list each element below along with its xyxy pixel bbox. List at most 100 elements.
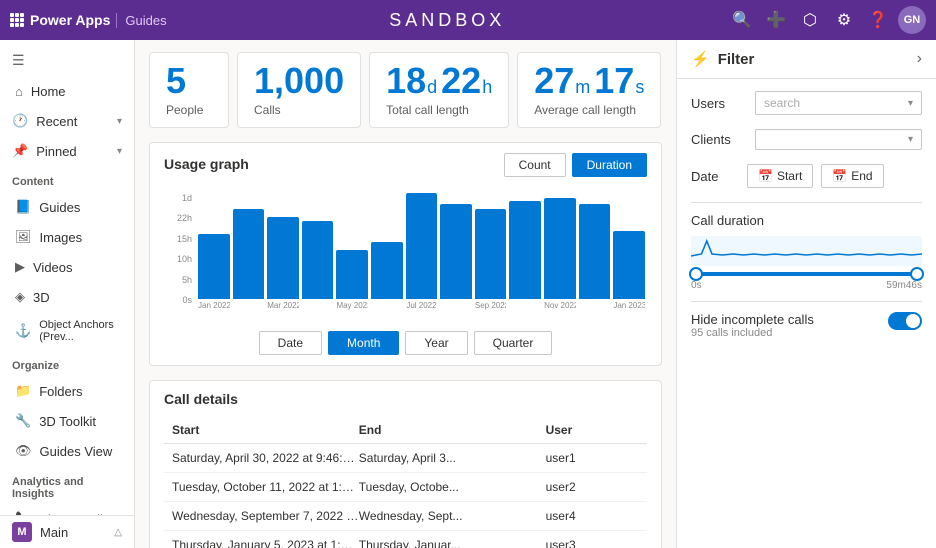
people-label: People	[166, 103, 203, 117]
table-body: Saturday, April 30, 2022 at 9:46:51 PM S…	[164, 444, 647, 548]
sidebar-item-recent[interactable]: 🕐 Recent ▾	[0, 106, 134, 136]
sidebar-item-pinned[interactable]: 📌 Pinned ▾	[0, 136, 134, 166]
filter-divider-2	[691, 301, 922, 302]
avg-label: Average call length	[534, 103, 636, 117]
sidebar-item-3d-toolkit[interactable]: 🔧 3D Toolkit	[0, 406, 134, 436]
sidebar-bottom[interactable]: M Main △	[0, 515, 134, 548]
total-hours: 22	[441, 63, 481, 99]
avg-call-card: 27m 17s Average call length	[517, 52, 661, 128]
slider-row	[691, 272, 922, 276]
sidebar-item-guides[interactable]: 📘 Guides	[0, 192, 134, 222]
end-date-button[interactable]: 📅 End	[821, 164, 883, 188]
cell-start-2: Wednesday, September 7, 2022 at 8:47:46 …	[172, 509, 359, 523]
sidebar-item-videos[interactable]: ▶ Videos	[0, 252, 134, 282]
sidebar-label-recent: Recent	[36, 114, 77, 129]
quarter-button[interactable]: Quarter	[474, 331, 553, 355]
usage-graph-box: Usage graph Count Duration 1d 22h 15h 10…	[149, 142, 662, 366]
x-label-0: Jan 2022	[198, 301, 230, 317]
sidebar-label-folders: Folders	[39, 384, 82, 399]
avatar[interactable]: GN	[898, 6, 926, 34]
cell-user-0: user1	[546, 451, 639, 465]
help-icon[interactable]: ❓	[864, 6, 892, 34]
bars-area: Jan 2022Mar 2022May 2022Jul 2022Sep 2022…	[196, 193, 647, 323]
table-row[interactable]: Wednesday, September 7, 2022 at 8:47:46 …	[164, 502, 647, 531]
bar-6	[406, 193, 438, 299]
x-label-12: Jan 2023	[613, 301, 645, 317]
start-date-button[interactable]: 📅 Start	[747, 164, 813, 188]
content-section-label: Content	[0, 166, 134, 192]
date-button[interactable]: Date	[259, 331, 322, 355]
sidebar-label-home: Home	[31, 84, 66, 99]
sidebar-item-home[interactable]: ⌂ Home	[0, 77, 134, 106]
app-logo[interactable]: Power Apps	[10, 12, 110, 28]
collapse-icon[interactable]: ›	[917, 50, 922, 68]
add-icon[interactable]: ➕	[762, 6, 790, 34]
slider-track[interactable]	[691, 272, 922, 276]
table-row[interactable]: Saturday, April 30, 2022 at 9:46:51 PM S…	[164, 444, 647, 473]
section-label: Guides	[116, 13, 166, 28]
year-button[interactable]: Year	[405, 331, 467, 355]
y-axis: 1d 22h 15h 10h 5h 0s	[164, 193, 192, 323]
call-details-title: Call details	[164, 391, 647, 407]
x-label-2: Mar 2022	[267, 301, 299, 317]
sidebar-item-folders[interactable]: 📁 Folders	[0, 376, 134, 406]
pin-icon: 📌	[12, 143, 28, 159]
settings-icon[interactable]: ⚙	[830, 6, 858, 34]
slider-thumb-right[interactable]	[910, 267, 924, 281]
chevron-down-icon-2: ▾	[117, 146, 122, 157]
call-duration-section: Call duration 0s 59m46s	[691, 213, 922, 291]
table-row[interactable]: Thursday, January 5, 2023 at 1:59:16 AM …	[164, 531, 647, 548]
content-area: 5 People 1,000 Calls 18d 22h Total call …	[135, 40, 676, 548]
hide-incomplete-sub: 95 calls included	[691, 327, 814, 339]
users-dropdown-icon: ▾	[908, 98, 913, 109]
x-label-8: Sep 2022	[475, 301, 507, 317]
search-icon[interactable]: 🔍	[728, 6, 756, 34]
cell-end-1: Tuesday, Octobe...	[359, 480, 546, 494]
hide-incomplete-toggle[interactable]	[888, 312, 922, 330]
env-chevron-icon: △	[114, 527, 122, 538]
filter-panel: ⚡ Filter › Users search ▾ Clients ▾	[676, 40, 936, 548]
total-d-unit: d	[427, 78, 437, 96]
env-icon: M	[12, 522, 32, 542]
sidebar: ☰ ⌂ Home 🕐 Recent ▾ 📌 Pinned ▾ Content 📘…	[0, 40, 135, 548]
calls-label: Calls	[254, 103, 281, 117]
x-label-6: Jul 2022	[406, 301, 438, 317]
toolkit-icon: 🔧	[15, 413, 31, 429]
sidebar-label-toolkit: 3D Toolkit	[39, 414, 96, 429]
filter-divider	[691, 202, 922, 203]
slider-thumb-left[interactable]	[689, 267, 703, 281]
bar-5	[371, 242, 403, 299]
sidebar-label-images: Images	[40, 230, 83, 245]
hide-incomplete-text: Hide incomplete calls 95 calls included	[691, 312, 814, 339]
end-label: End	[851, 169, 872, 183]
avg-s-unit: s	[635, 78, 644, 96]
table-row[interactable]: Tuesday, October 11, 2022 at 1:45:30 PM …	[164, 473, 647, 502]
sidebar-item-object-anchors[interactable]: ⚓ Object Anchors (Prev...	[0, 312, 134, 350]
people-card: 5 People	[149, 52, 229, 128]
duration-min-label: 0s	[691, 280, 702, 291]
month-button[interactable]: Month	[328, 331, 399, 355]
duration-button[interactable]: Duration	[572, 153, 647, 177]
sidebar-label-guides-view: Guides View	[40, 444, 113, 459]
avg-m-unit: m	[575, 78, 590, 96]
grid-icon	[10, 13, 24, 27]
calls-card: 1,000 Calls	[237, 52, 361, 128]
col-end: End	[359, 423, 546, 437]
organize-section-label: Organize	[0, 350, 134, 376]
sidebar-item-guides-view[interactable]: 👁 Guides View	[0, 436, 134, 466]
cell-end-3: Thursday, Januar...	[359, 538, 546, 548]
sidebar-label-videos: Videos	[33, 260, 73, 275]
filter-icon[interactable]: ⬡	[796, 6, 824, 34]
bar-1	[233, 209, 265, 299]
count-button[interactable]: Count	[504, 153, 566, 177]
users-input[interactable]: search ▾	[755, 91, 922, 115]
sidebar-item-3d[interactable]: ◈ 3D	[0, 282, 134, 312]
cell-start-1: Tuesday, October 11, 2022 at 1:45:30 PM	[172, 480, 359, 494]
clients-input[interactable]: ▾	[755, 129, 922, 150]
summary-cards: 5 People 1,000 Calls 18d 22h Total call …	[149, 52, 662, 128]
sidebar-item-images[interactable]: 🖼 Images	[0, 222, 134, 252]
duration-graph	[691, 236, 922, 266]
col-user: User	[546, 423, 639, 437]
hamburger-menu[interactable]: ☰	[0, 44, 134, 77]
toggle-thumb	[906, 314, 920, 328]
